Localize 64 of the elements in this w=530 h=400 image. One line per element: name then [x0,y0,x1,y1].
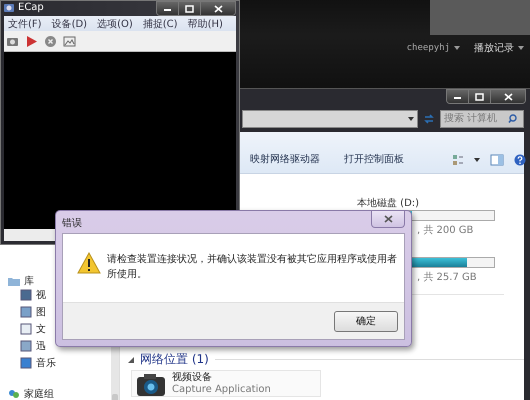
window-title: ECap [18,2,44,13]
close-button[interactable] [491,90,525,103]
caret-icon[interactable] [474,158,480,162]
section-title: 网络位置 (1) [140,351,209,368]
dialog-title: 错误 [62,217,82,230]
menu-item[interactable]: 选项(O) [97,16,133,30]
view-options-icon[interactable] [452,154,464,166]
drive-size: , 共 25.7 GB [416,270,478,284]
maximize-button[interactable] [179,2,201,15]
nav-item[interactable]: 迅 [36,339,46,353]
drive-size: , 共 200 GB [416,224,474,237]
close-icon [504,92,512,100]
ok-button[interactable]: 确定 [334,310,398,332]
collapse-arrow-icon[interactable] [128,356,134,362]
camera-icon [136,372,166,396]
library-icon [20,289,32,301]
drive-name[interactable]: 本地磁盘 (D:) [357,196,497,208]
close-icon [214,4,222,12]
history-menu[interactable]: 播放记录 [474,41,514,55]
error-message: 请检查装置连接状况，并确认该装置没有被其它应用程序或使用者所使用。 [107,252,398,282]
caret-icon[interactable] [518,46,524,50]
minimize-button[interactable] [157,2,179,15]
maximize-button[interactable] [469,90,491,103]
search-icon[interactable] [508,114,517,124]
library-icon [20,323,32,335]
image-icon[interactable] [63,34,76,48]
folder-icon [8,275,20,287]
menu-item[interactable]: 捕捉(C) [142,16,178,30]
refresh-icon[interactable] [422,112,436,126]
nav-item[interactable]: 图 [36,305,46,319]
toolbar-button[interactable]: 映射网络驱动器 [250,152,320,166]
minimize-button[interactable] [447,90,469,103]
warning-icon [77,252,101,274]
app-icon [4,3,14,12]
address-field[interactable] [242,110,418,128]
username-label[interactable]: cheepyhj [406,43,450,53]
network-device-item[interactable]: 视频设备 Capture Application [131,370,321,397]
nav-item[interactable]: 文 [36,322,46,336]
caret-icon[interactable] [408,116,414,121]
menu-item[interactable]: 文件(F) [8,16,42,30]
maximize-icon [185,4,194,12]
play-icon[interactable] [25,34,38,48]
maximize-icon [475,92,484,100]
menu-item[interactable]: 帮助(H) [188,16,223,30]
nav-item[interactable]: 音乐 [36,356,56,370]
network-icon [8,388,20,400]
close-icon [384,215,392,223]
stop-icon[interactable] [44,34,57,48]
device-subtitle: Capture Application [172,384,271,396]
nav-item[interactable]: 视 [36,288,46,302]
library-icon [20,357,32,369]
caret-icon[interactable] [454,46,460,50]
preview-pane-icon[interactable] [490,154,504,166]
library-icon [20,340,32,352]
toolbar-button[interactable]: 打开控制面板 [344,152,404,166]
help-icon[interactable] [514,154,526,166]
close-button[interactable] [371,211,405,228]
nav-item[interactable]: 库 [24,274,34,288]
menu-item[interactable]: 设备(D) [52,16,88,30]
close-button[interactable] [201,2,235,15]
library-icon [20,306,32,318]
device-name: 视频设备 [172,372,213,384]
search-field[interactable]: 搜索 计算机 [440,110,524,128]
nav-item[interactable]: 家庭组 [24,387,54,400]
